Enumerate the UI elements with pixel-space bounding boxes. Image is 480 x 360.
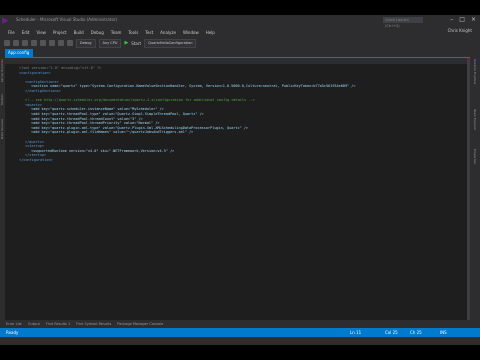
start-icon[interactable]: ▶ xyxy=(124,40,128,46)
menu-item-edit[interactable]: Edit xyxy=(22,30,30,35)
title-bar: ▶ Scheduler - Microsoft Visual Studio (A… xyxy=(0,15,480,28)
bottom-tab[interactable]: Find Symbol Results xyxy=(76,322,111,326)
menu-item-help[interactable]: Help xyxy=(206,30,215,35)
status-bar: Ready Ln 11 Col 25 Ch 25 INS xyxy=(0,328,480,337)
undo-icon[interactable] xyxy=(58,40,64,46)
server-explorer-tab[interactable]: Server Explorer xyxy=(0,59,4,82)
code-line: <section name="quartz" type="System.Conf… xyxy=(31,84,356,89)
new-project-icon[interactable] xyxy=(22,40,28,46)
document-tab-app-config[interactable]: App.config xyxy=(5,49,34,57)
save-icon[interactable] xyxy=(40,40,46,46)
visual-studio-window: ▶ Scheduler - Microsoft Visual Studio (A… xyxy=(0,15,480,345)
configuration-dropdown[interactable]: Debug xyxy=(76,38,96,48)
forward-icon[interactable] xyxy=(13,40,19,46)
status-char: Ch 25 xyxy=(410,330,422,335)
data-sources-tab[interactable]: Data Sources xyxy=(0,119,4,139)
window-controls: – □ × xyxy=(450,16,476,23)
status-line: Ln 11 xyxy=(350,330,362,335)
save-all-icon[interactable] xyxy=(49,40,55,46)
status-ready: Ready xyxy=(6,330,19,335)
window-title: Scheduler - Microsoft Visual Studio (Adm… xyxy=(16,17,118,22)
menu-item-view[interactable]: View xyxy=(36,30,46,35)
platform-dropdown[interactable]: Any CPU xyxy=(98,38,122,48)
open-icon[interactable] xyxy=(31,40,37,46)
menu-item-tools[interactable]: Tools xyxy=(128,30,138,35)
bottom-panel-tabs: Error List Output Find Results 1 Find Symbo… xyxy=(0,320,480,328)
maximize-icon[interactable]: □ xyxy=(459,16,465,23)
menu-item-window[interactable]: Window xyxy=(183,30,199,35)
team-explorer-tab[interactable]: Team Explorer xyxy=(473,109,477,130)
menu-item-project[interactable]: Project xyxy=(53,30,67,35)
start-button[interactable]: Start xyxy=(131,41,141,46)
close-icon[interactable]: × xyxy=(471,16,476,23)
bottom-tab[interactable]: Package Manager Console xyxy=(117,322,163,326)
code-editor[interactable]: <?xml version="1.0" encoding="utf-8" ?> <… xyxy=(5,58,468,333)
redo-icon[interactable] xyxy=(67,40,73,46)
right-tool-strip: Solution Explorer Team Explorer Properti… xyxy=(470,49,480,333)
code-lines: <?xml version="1.0" encoding="utf-8" ?> <… xyxy=(19,66,356,162)
bottom-tab[interactable]: Output xyxy=(28,322,40,326)
menu-item-team[interactable]: Team xyxy=(111,30,122,35)
menu-item-analyze[interactable]: Analyze xyxy=(160,30,176,35)
document-tab-row: App.config xyxy=(5,49,470,58)
back-icon[interactable] xyxy=(4,40,10,46)
visual-studio-logo-icon: ▶ xyxy=(2,16,9,26)
status-insert-mode: INS xyxy=(440,330,447,335)
startup-project-dropdown[interactable]: QuartzHelloConfiguration xyxy=(144,38,197,48)
status-column: Col 25 xyxy=(385,330,398,335)
editor-navigation-bar[interactable] xyxy=(5,58,468,64)
quick-launch-input[interactable]: Quick Launch (Ctrl+Q) xyxy=(383,17,423,28)
bottom-tab[interactable]: Error List xyxy=(6,322,22,326)
menu-bar: File Edit View Project Build Debug Team Tools Te… xyxy=(0,27,480,37)
minimize-icon[interactable]: – xyxy=(450,16,453,23)
menu-item-test[interactable]: Test xyxy=(145,30,153,35)
solution-explorer-tab[interactable]: Solution Explorer xyxy=(473,59,477,85)
toolbox-tab[interactable]: Toolbox xyxy=(0,94,4,105)
menu-item-build[interactable]: Build xyxy=(74,30,84,35)
menu-item-file[interactable]: File xyxy=(8,30,15,35)
user-name[interactable]: Chris Knight xyxy=(448,28,472,33)
code-line: </configuration> xyxy=(19,157,53,162)
toolbar: Debug Any CPU ▶ Start QuartzHelloConfigu… xyxy=(0,37,480,49)
properties-tab[interactable]: Properties xyxy=(473,149,477,164)
menu-item-debug[interactable]: Debug xyxy=(91,30,104,35)
bottom-tab[interactable]: Find Results 1 xyxy=(46,322,70,326)
